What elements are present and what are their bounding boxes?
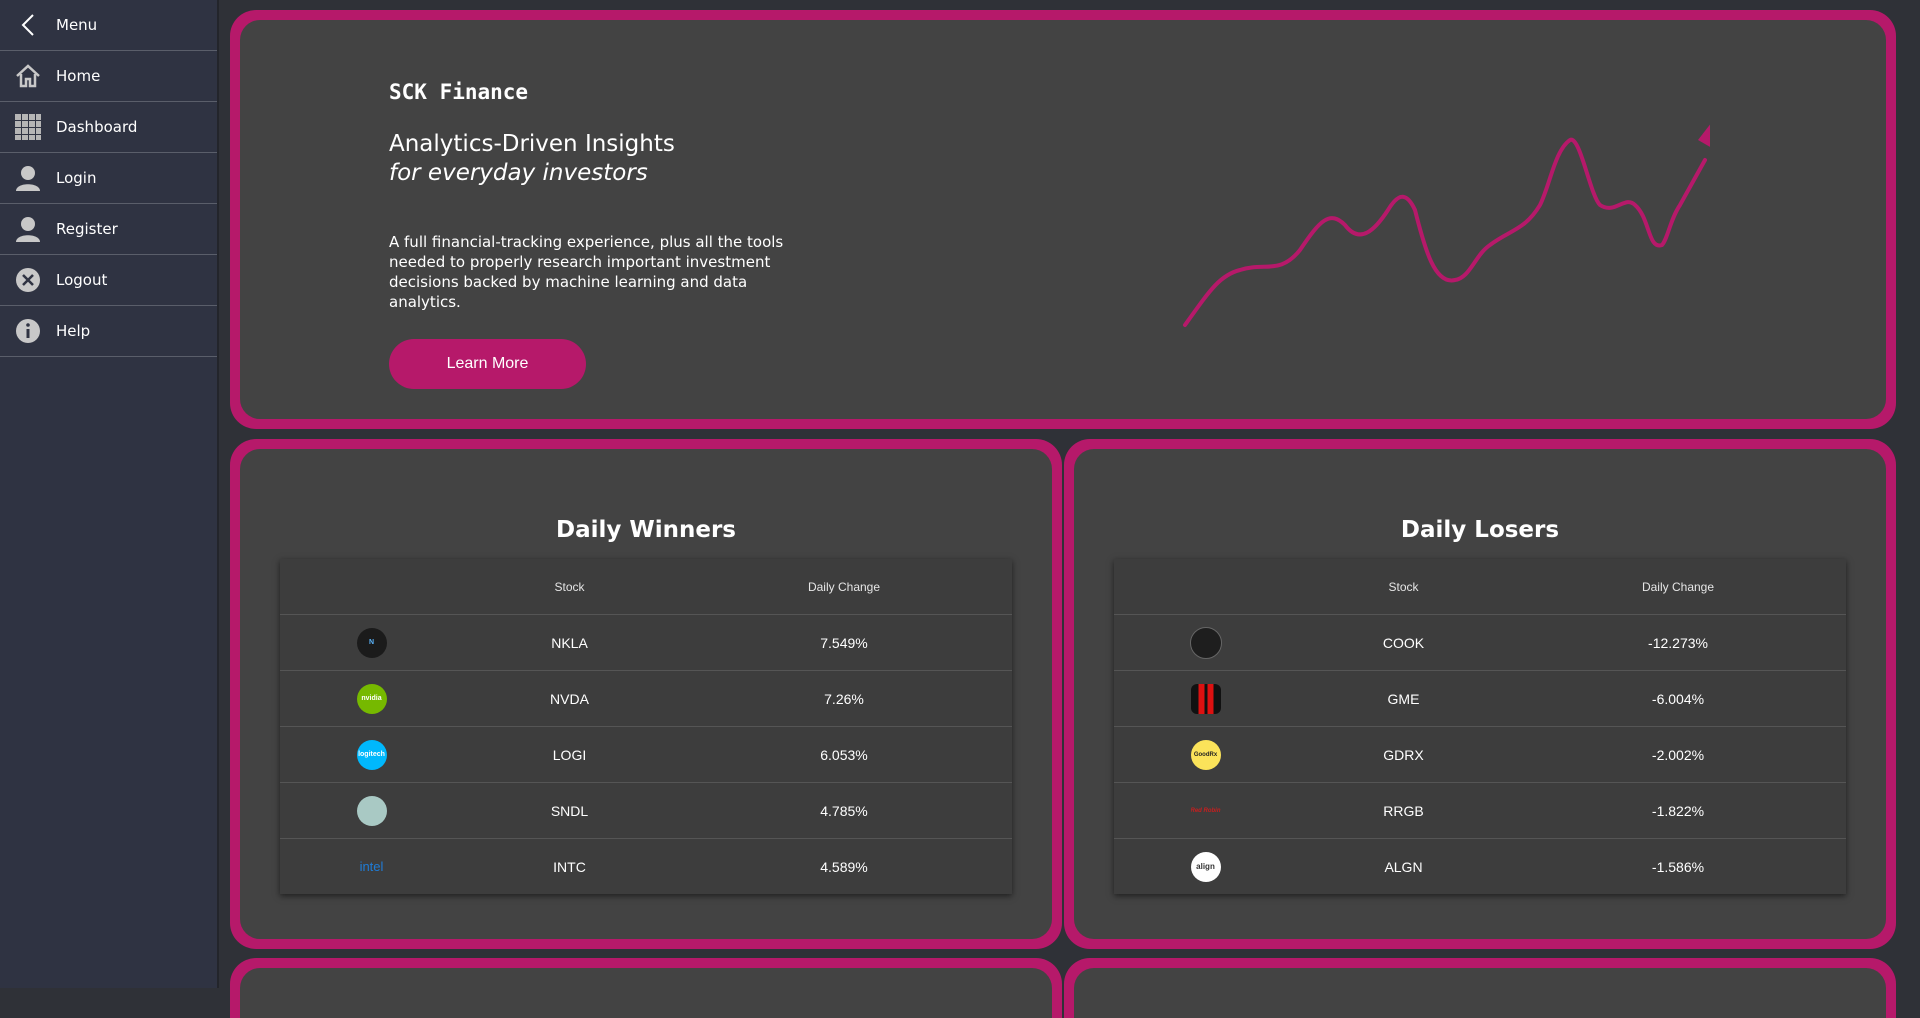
sidebar-item-label: Register (56, 220, 118, 238)
daily-change: 7.26% (824, 690, 864, 707)
table-row[interactable]: logitech LOGI 6.053% (280, 726, 1012, 782)
align-logo-icon: align (1190, 851, 1221, 882)
daily-change: 7.549% (820, 634, 868, 651)
table-row[interactable]: intel INTC 4.589% (280, 838, 1012, 894)
daily-change: -12.273% (1648, 634, 1708, 651)
table-header: Stock Daily Change (1114, 559, 1846, 614)
stock-ticker: NKLA (551, 634, 588, 651)
winners-title: Daily Winners (555, 517, 736, 543)
sidebar-item-label: Login (56, 169, 97, 187)
nikola-logo-icon: N (356, 627, 387, 658)
logitech-logo-icon: logitech (356, 739, 387, 770)
winners-panel: Daily Winners Stock Daily Change N NKLA … (230, 439, 1062, 949)
stock-ticker: SNDL (550, 802, 589, 819)
table-row[interactable]: GME -6.004% (1114, 670, 1846, 726)
column-header-change: Daily Change (807, 579, 881, 594)
sndl-logo-icon (356, 795, 387, 826)
user-icon (0, 165, 56, 191)
info-icon (0, 318, 56, 344)
brand-title: SCK Finance (389, 80, 529, 104)
sidebar: Menu Home Dashboard Login Register Logou… (0, 0, 219, 988)
sidebar-item-register[interactable]: Register (0, 204, 217, 255)
column-header-change: Daily Change (1641, 579, 1715, 594)
table-header: Stock Daily Change (280, 559, 1012, 614)
chevron-left-icon (0, 13, 56, 37)
daily-change: 4.589% (820, 858, 868, 875)
sidebar-item-home[interactable]: Home (0, 51, 217, 102)
winners-table: Stock Daily Change N NKLA 7.549% nvidia … (280, 559, 1012, 894)
bottom-panel-right (1064, 958, 1896, 1018)
sidebar-item-label: Logout (56, 271, 108, 289)
sidebar-item-login[interactable]: Login (0, 153, 217, 204)
intel-logo-icon: intel (359, 859, 384, 874)
stock-ticker: COOK (1382, 634, 1425, 651)
daily-change: 6.053% (820, 746, 868, 763)
daily-change: -1.586% (1651, 858, 1705, 875)
red-robin-logo-icon: Red Robin (1190, 807, 1221, 814)
table-row[interactable]: align ALGN -1.586% (1114, 838, 1846, 894)
trend-arrow-icon (1183, 124, 1710, 327)
hero-banner: SCK Finance Analytics-Driven Insights fo… (230, 10, 1896, 429)
menu-label: Menu (56, 16, 98, 34)
nvidia-logo-icon: nvidia (356, 683, 387, 714)
hero-headline: Analytics-Driven Insights for everyday i… (389, 130, 675, 188)
table-row[interactable]: N NKLA 7.549% (280, 614, 1012, 670)
column-header-stock: Stock (554, 579, 585, 594)
stock-ticker: GDRX (1383, 746, 1424, 763)
sidebar-item-logout[interactable]: Logout (0, 255, 217, 306)
learn-more-button[interactable]: Learn More (389, 339, 586, 389)
daily-change: -2.002% (1651, 746, 1705, 763)
table-row[interactable]: SNDL 4.785% (280, 782, 1012, 838)
stock-ticker: RRGB (1383, 802, 1424, 819)
sidebar-item-dashboard[interactable]: Dashboard (0, 102, 217, 153)
table-row[interactable]: COOK -12.273% (1114, 614, 1846, 670)
home-icon (0, 64, 56, 88)
sidebar-item-help[interactable]: Help (0, 306, 217, 357)
grid-icon (0, 114, 56, 140)
table-row[interactable]: GoodRx GDRX -2.002% (1114, 726, 1846, 782)
table-row[interactable]: nvidia NVDA 7.26% (280, 670, 1012, 726)
stock-ticker: NVDA (550, 690, 589, 707)
daily-change: -1.822% (1651, 802, 1705, 819)
stock-ticker: ALGN (1384, 858, 1423, 875)
bottom-panel-left (230, 958, 1062, 1018)
stock-ticker: GME (1387, 690, 1420, 707)
headline-line2: for everyday investors (389, 160, 648, 186)
table-row[interactable]: Red Robin RRGB -1.822% (1114, 782, 1846, 838)
menu-toggle[interactable]: Menu (0, 0, 217, 51)
daily-change: -6.004% (1651, 690, 1705, 707)
losers-title: Daily Losers (1400, 517, 1560, 543)
sidebar-item-label: Help (56, 322, 91, 340)
close-circle-icon (0, 267, 56, 293)
sidebar-item-label: Dashboard (56, 118, 138, 136)
hero-description: A full financial-tracking experience, pl… (389, 233, 784, 311)
headline-line1: Analytics-Driven Insights (389, 131, 675, 157)
gamestop-logo-icon (1190, 683, 1221, 714)
user-icon (0, 216, 56, 242)
hero-card: SCK Finance Analytics-Driven Insights fo… (240, 20, 1886, 419)
stock-ticker: INTC (553, 858, 586, 875)
sidebar-item-label: Home (56, 67, 101, 85)
goodrx-logo-icon: GoodRx (1190, 739, 1221, 770)
column-header-stock: Stock (1388, 579, 1419, 594)
losers-panel: Daily Losers Stock Daily Change COOK -12… (1064, 439, 1896, 949)
losers-table: Stock Daily Change COOK -12.273% GME -6.… (1114, 559, 1846, 894)
stock-ticker: LOGI (552, 746, 587, 763)
daily-change: 4.785% (820, 802, 868, 819)
cook-logo-icon (1189, 626, 1222, 659)
